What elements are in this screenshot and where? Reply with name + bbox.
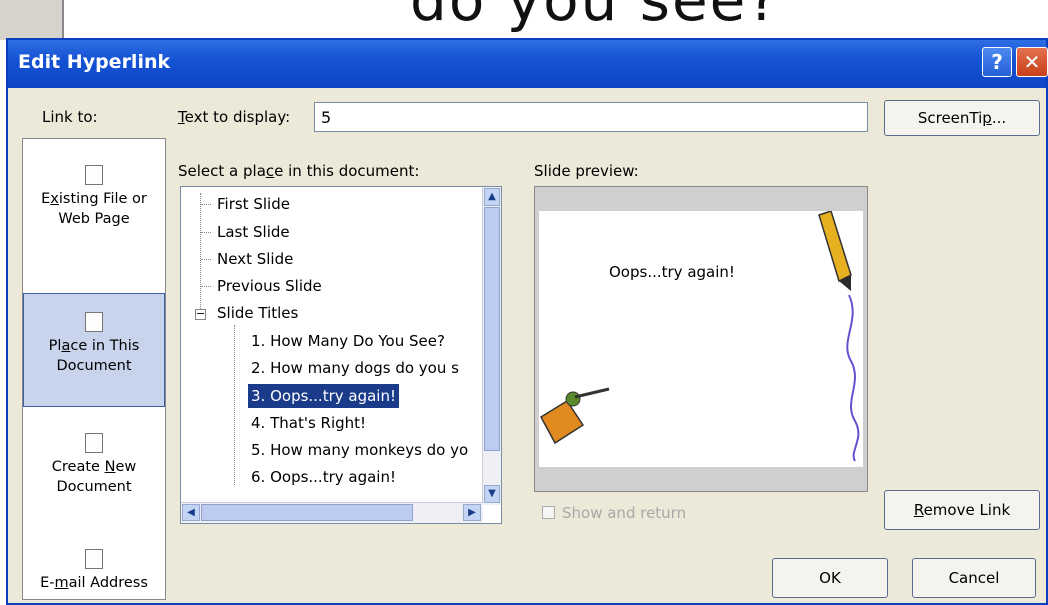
title-bar: Edit Hyperlink ? ✕	[8, 40, 1048, 88]
new-document-icon	[85, 433, 103, 453]
tree-connector	[200, 193, 201, 309]
cancel-button[interactable]: Cancel	[912, 558, 1036, 598]
scroll-up-icon[interactable]: ▲	[484, 188, 500, 206]
background-thumbnail-strip	[0, 0, 64, 40]
link-to-label: Link to:	[42, 108, 98, 126]
tree-expander[interactable]: −	[195, 308, 206, 320]
tree-vertical-scrollbar[interactable]: ▲ ▼	[482, 187, 501, 505]
scroll-down-icon[interactable]: ▼	[484, 485, 500, 503]
tree-item-selected[interactable]: 3. Oops...try again!	[247, 383, 400, 409]
background-slide: do you see?	[0, 0, 1048, 40]
background-slide-text: do you see?	[410, 0, 781, 34]
link-existing-file[interactable]: Existing File or Web Page	[23, 159, 165, 275]
link-to-pane: Existing File or Web Page Place in This …	[22, 138, 166, 600]
text-to-display-label: Text to display:	[178, 108, 291, 126]
tree-item[interactable]: 6. Oops...try again!	[251, 465, 396, 489]
scroll-left-icon[interactable]: ◀	[182, 504, 200, 521]
remove-link-button[interactable]: Remove Link	[884, 490, 1040, 530]
link-create-new-document[interactable]: Create New Document	[23, 427, 165, 543]
pencil-icon	[818, 211, 860, 462]
link-place-in-document[interactable]: Place in This Document	[23, 293, 165, 407]
tree-item[interactable]: Next Slide	[217, 247, 293, 271]
tree-item[interactable]: 4. That's Right!	[251, 411, 366, 435]
slide-preview-label: Slide preview:	[534, 162, 639, 180]
tree-horizontal-scrollbar[interactable]: ◀ ▶	[181, 502, 483, 523]
slide-preview-pane: Oops...try again!	[534, 186, 868, 492]
tree-item[interactable]: Last Slide	[217, 220, 290, 244]
scroll-right-icon[interactable]: ▶	[463, 504, 481, 521]
slide-clipart	[540, 211, 860, 462]
show-and-return-label: Show and return	[562, 504, 687, 522]
text-to-display-input[interactable]	[314, 102, 868, 132]
help-button[interactable]: ?	[982, 47, 1012, 77]
tree-item[interactable]: 2. How many dogs do you s	[251, 356, 459, 380]
tree-item[interactable]: 1. How Many Do You See?	[251, 329, 445, 353]
tree-connector	[201, 232, 211, 233]
tree-item[interactable]: Slide Titles	[217, 301, 298, 325]
tree-connector	[201, 259, 211, 260]
ok-button[interactable]: OK	[772, 558, 888, 598]
crayon-figure-icon	[540, 387, 610, 445]
show-and-return-checkbox[interactable]	[542, 506, 555, 519]
tree-connector	[234, 325, 235, 485]
document-place-icon	[85, 312, 103, 332]
edit-hyperlink-dialog: Edit Hyperlink ? ✕ Link to: Existing Fil…	[6, 38, 1048, 605]
tree-connector	[201, 286, 211, 287]
email-icon	[85, 549, 103, 569]
file-icon	[85, 165, 103, 185]
slide-preview: Oops...try again!	[539, 211, 863, 467]
tree-item[interactable]: First Slide	[217, 192, 290, 216]
link-email-address[interactable]: E-mail Address	[23, 549, 165, 599]
tree-item[interactable]: 5. How many monkeys do yo	[251, 438, 468, 462]
scroll-thumb[interactable]	[484, 207, 500, 451]
tree-item[interactable]: Previous Slide	[217, 274, 322, 298]
select-place-label: Select a place in this document:	[178, 162, 420, 180]
dialog-title: Edit Hyperlink	[18, 51, 171, 73]
tree-connector	[201, 204, 211, 205]
document-places-tree[interactable]: − First Slide Last Slide Next Slide Prev…	[180, 186, 502, 524]
scroll-thumb[interactable]	[201, 504, 413, 521]
close-button[interactable]: ✕	[1016, 47, 1048, 77]
screentip-button[interactable]: ScreenTip...	[884, 100, 1040, 136]
